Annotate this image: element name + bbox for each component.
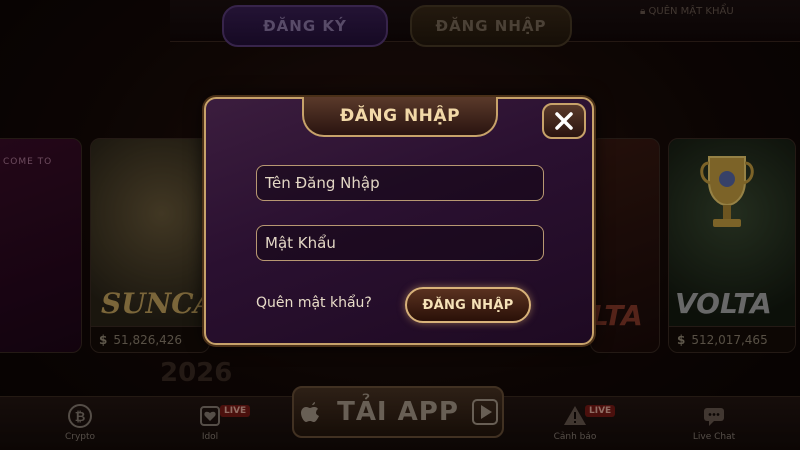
close-icon	[555, 112, 573, 130]
login-modal: ĐĂNG NHẬP Quên mật khẩu? ĐĂNG NHẬP	[204, 97, 594, 345]
modal-title: ĐĂNG NHẬP	[339, 106, 461, 126]
password-input[interactable]	[256, 225, 544, 261]
login-submit-button[interactable]: ĐĂNG NHẬP	[405, 287, 531, 323]
modal-title-tab: ĐĂNG NHẬP	[302, 97, 498, 137]
username-input[interactable]	[256, 165, 544, 201]
close-button[interactable]	[542, 103, 586, 139]
forgot-password-link[interactable]: Quên mật khẩu?	[256, 295, 372, 311]
